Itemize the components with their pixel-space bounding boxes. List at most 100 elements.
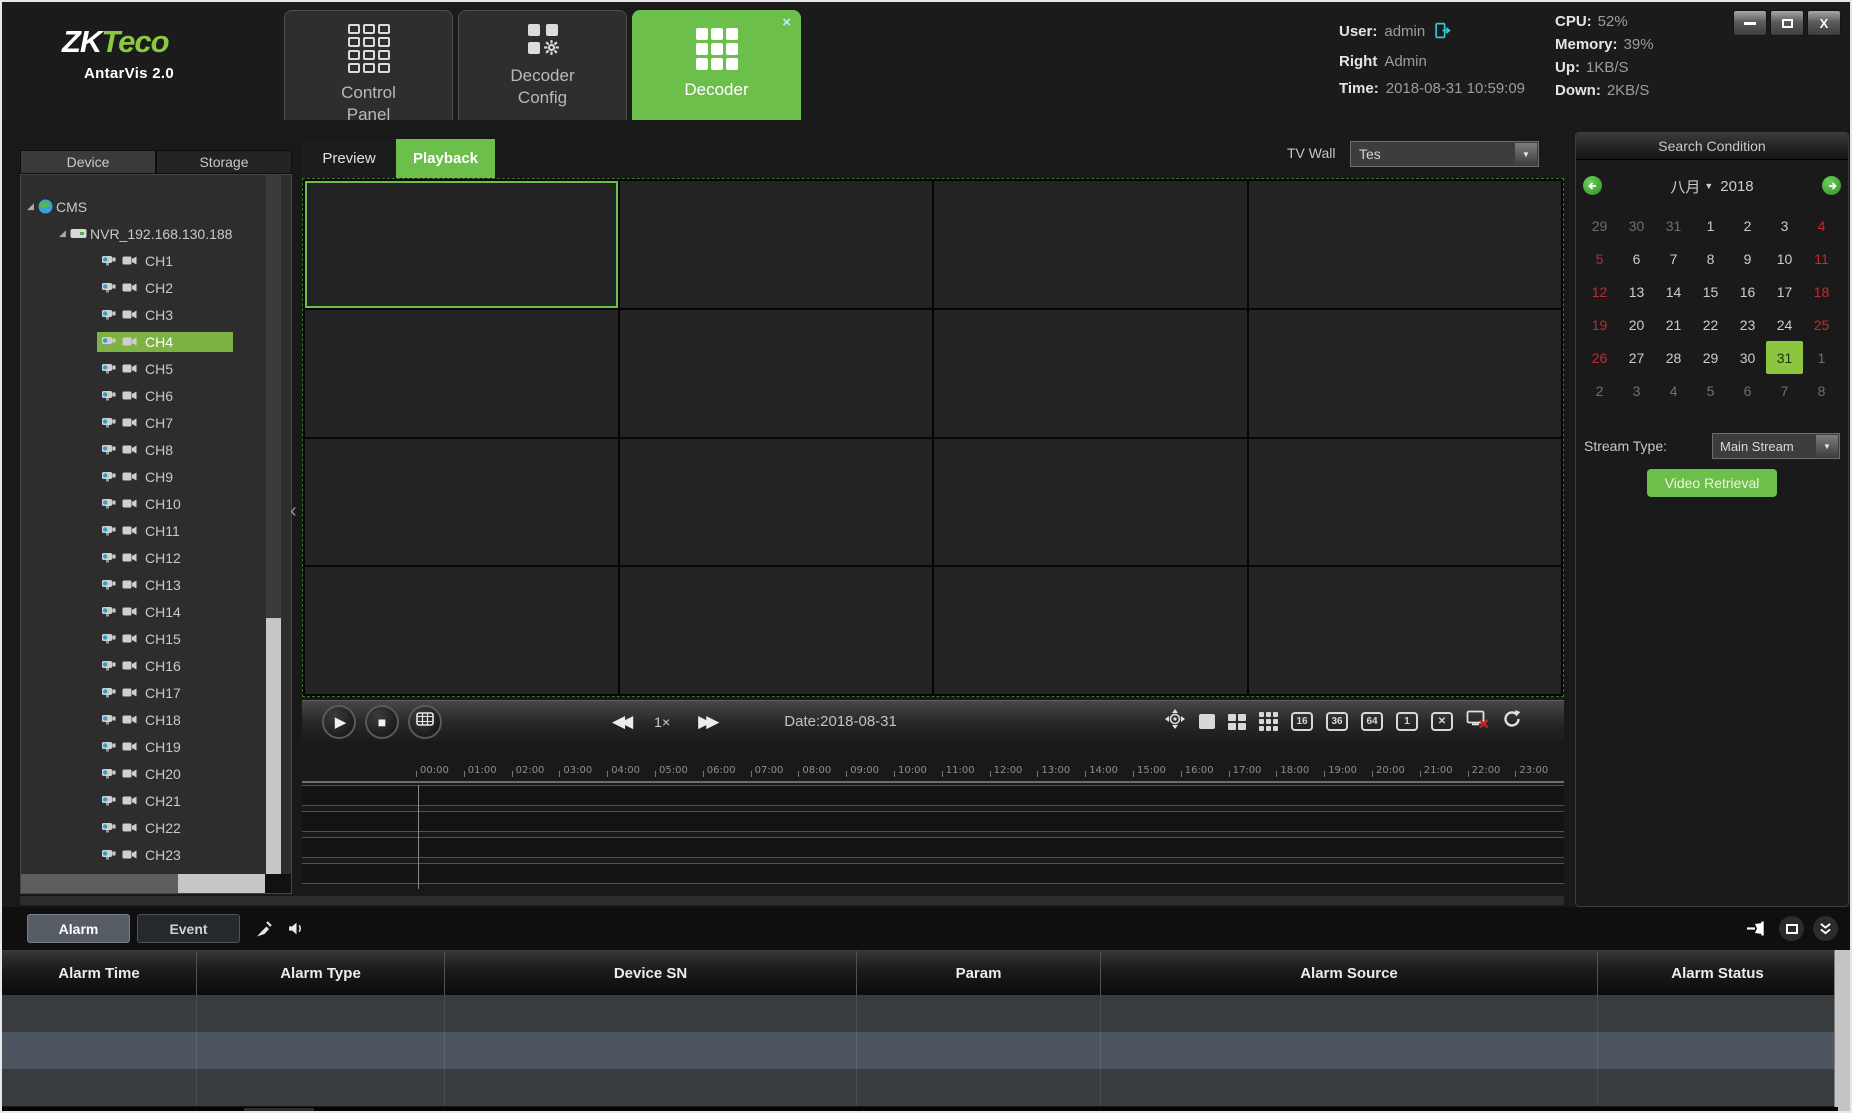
calendar-day[interactable]: 13 — [1618, 275, 1655, 308]
tree-vertical-scrollbar[interactable] — [266, 175, 281, 893]
video-cell-15[interactable] — [934, 567, 1247, 694]
video-retrieval-button[interactable]: Video Retrieval — [1647, 469, 1777, 497]
calendar-day[interactable]: 2 — [1581, 374, 1618, 407]
calendar-day[interactable]: 1 — [1803, 341, 1840, 374]
calendar-month[interactable]: 八月 — [1670, 176, 1700, 197]
close-all-button[interactable]: ✕ — [1431, 712, 1453, 731]
tree-item-ch23[interactable]: CH23 — [21, 841, 291, 868]
refresh-icon[interactable] — [1502, 709, 1522, 734]
timeline-ruler[interactable]: 00:0001:0002:0003:0004:0005:0006:0007:00… — [302, 750, 1564, 783]
calendar-day[interactable]: 5 — [1581, 242, 1618, 275]
tree-item-ch5[interactable]: CH5 — [21, 355, 291, 382]
video-cell-16[interactable] — [1249, 567, 1562, 694]
calendar-day[interactable]: 6 — [1618, 242, 1655, 275]
timeline-track[interactable] — [302, 785, 1564, 806]
video-cell-4[interactable] — [1249, 181, 1562, 308]
tab-alarm[interactable]: Alarm — [27, 914, 130, 943]
calendar-day[interactable]: 11 — [1803, 242, 1840, 275]
calendar-day[interactable]: 5 — [1692, 374, 1729, 407]
layout-4-icon[interactable] — [1228, 714, 1246, 730]
calendar-day[interactable]: 8 — [1692, 242, 1729, 275]
timeline-track[interactable] — [302, 811, 1564, 832]
calendar-day[interactable]: 18 — [1803, 275, 1840, 308]
tree-item-ch22[interactable]: CH22 — [21, 814, 291, 841]
tree-item-ch9[interactable]: CH9 — [21, 463, 291, 490]
layout-1-icon[interactable] — [1199, 714, 1215, 729]
stop-button[interactable]: ■ — [365, 705, 399, 739]
logout-icon[interactable] — [1434, 22, 1451, 43]
calendar-next-icon[interactable] — [1822, 176, 1841, 195]
timeline-track[interactable] — [302, 863, 1564, 884]
calendar-day[interactable]: 1 — [1692, 209, 1729, 242]
calendar-day[interactable]: 29 — [1692, 341, 1729, 374]
calendar-day[interactable]: 31 — [1766, 341, 1803, 374]
calendar-day[interactable]: 15 — [1692, 275, 1729, 308]
close-button[interactable]: X — [1807, 10, 1841, 36]
calendar-day[interactable]: 27 — [1618, 341, 1655, 374]
record-clip-button[interactable] — [408, 705, 442, 739]
tree-item-ch13[interactable]: CH13 — [21, 571, 291, 598]
tab-playback[interactable]: Playback — [396, 139, 495, 178]
video-cell-8[interactable] — [1249, 310, 1562, 437]
clear-alarms-icon[interactable] — [254, 920, 274, 938]
calendar-day[interactable]: 6 — [1729, 374, 1766, 407]
ptz-pad-icon[interactable] — [1164, 708, 1186, 735]
tree-item-ch18[interactable]: CH18 — [21, 706, 291, 733]
calendar-day[interactable]: 26 — [1581, 341, 1618, 374]
layout-9-icon[interactable] — [1259, 712, 1278, 731]
timeline-track[interactable] — [302, 837, 1564, 858]
fast-forward-button[interactable]: ▶▶ — [698, 712, 714, 732]
calendar-day[interactable]: 30 — [1729, 341, 1766, 374]
video-cell-13[interactable] — [305, 567, 618, 694]
calendar-day[interactable]: 24 — [1766, 308, 1803, 341]
calendar-day[interactable]: 23 — [1729, 308, 1766, 341]
tree-item-ch6[interactable]: CH6 — [21, 382, 291, 409]
calendar-day[interactable]: 7 — [1766, 374, 1803, 407]
tab-control-panel[interactable]: ControlPanel — [284, 10, 453, 120]
scrollbar-thumb[interactable] — [266, 618, 281, 874]
tree-item-ch16[interactable]: CH16 — [21, 652, 291, 679]
tab-decoder[interactable]: × Decoder — [632, 10, 801, 120]
alarm-col-alarm-time[interactable]: Alarm Time — [2, 951, 197, 995]
alarm-col-alarm-type[interactable]: Alarm Type — [197, 951, 445, 995]
calendar-day[interactable]: 25 — [1803, 308, 1840, 341]
video-cell-7[interactable] — [934, 310, 1247, 437]
layout-36-button[interactable]: 36 — [1326, 712, 1348, 731]
mute-icon[interactable] — [288, 921, 305, 936]
video-cell-9[interactable] — [305, 439, 618, 566]
layout-64-button[interactable]: 64 — [1361, 712, 1383, 731]
tree-item-ch12[interactable]: CH12 — [21, 544, 291, 571]
pin-icon[interactable] — [1746, 921, 1770, 936]
tree-item-ch7[interactable]: CH7 — [21, 409, 291, 436]
tree-item-ch1[interactable]: CH1 — [21, 247, 291, 274]
minimize-button[interactable] — [1733, 10, 1767, 36]
calendar-day[interactable]: 30 — [1618, 209, 1655, 242]
calendar-day[interactable]: 3 — [1618, 374, 1655, 407]
tab-device[interactable]: Device — [20, 150, 156, 174]
calendar-day[interactable]: 4 — [1803, 209, 1840, 242]
calendar-day[interactable]: 4 — [1655, 374, 1692, 407]
alarm-table-hscrollbar[interactable] — [2, 1107, 1838, 1113]
video-cell-1[interactable] — [305, 181, 618, 308]
tree-item-ch17[interactable]: CH17 — [21, 679, 291, 706]
restore-panel-button[interactable] — [1779, 916, 1804, 941]
calendar-day[interactable]: 10 — [1766, 242, 1803, 275]
calendar-day[interactable]: 3 — [1766, 209, 1803, 242]
calendar-day[interactable]: 7 — [1655, 242, 1692, 275]
tab-storage[interactable]: Storage — [156, 150, 292, 174]
calendar-day[interactable]: 16 — [1729, 275, 1766, 308]
video-cell-6[interactable] — [620, 310, 933, 437]
calendar-year[interactable]: 2018 — [1720, 178, 1753, 195]
alarm-col-param[interactable]: Param — [857, 951, 1101, 995]
calendar-prev-icon[interactable] — [1583, 176, 1602, 195]
calendar-day[interactable]: 19 — [1581, 308, 1618, 341]
calendar-day[interactable]: 31 — [1655, 209, 1692, 242]
tree-item-ch10[interactable]: CH10 — [21, 490, 291, 517]
alarm-col-alarm-source[interactable]: Alarm Source — [1101, 951, 1598, 995]
tab-preview[interactable]: Preview — [302, 139, 396, 178]
expand-arrow-icon[interactable]: ◢ — [23, 201, 38, 212]
video-cell-11[interactable] — [934, 439, 1247, 566]
tree-item-ch4[interactable]: CH4 — [21, 328, 291, 355]
video-cell-3[interactable] — [934, 181, 1247, 308]
tree-item-ch20[interactable]: CH20 — [21, 760, 291, 787]
